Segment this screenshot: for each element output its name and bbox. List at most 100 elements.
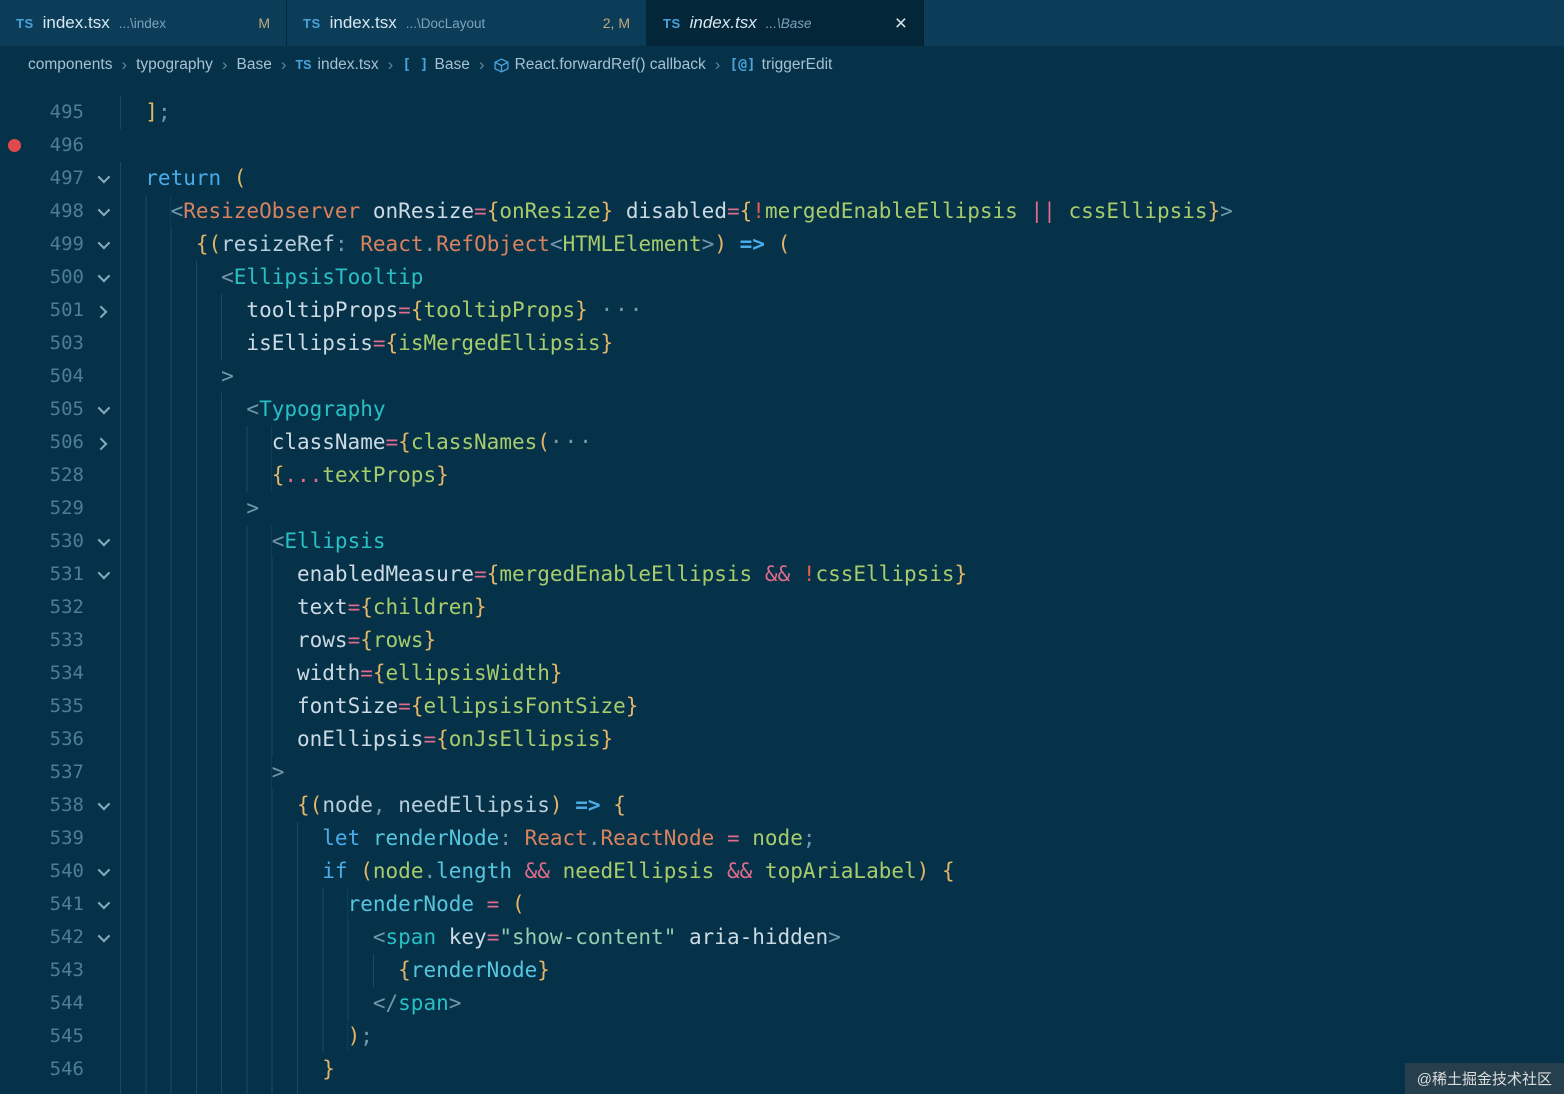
code-text[interactable]: {(node, needEllipsis) => { [120, 789, 626, 822]
code-text[interactable]: fontSize={ellipsisFontSize} [120, 690, 638, 723]
code-line[interactable]: 528 {...textProps} [0, 459, 1564, 492]
code-line[interactable]: 538 {(node, needEllipsis) => { [0, 789, 1564, 822]
code-line[interactable]: 542 <span key="show-content" aria-hidden> [0, 921, 1564, 954]
fold-chevron-icon[interactable] [84, 896, 120, 910]
code-text[interactable]: ); [120, 1020, 373, 1053]
code-line[interactable]: 501 tooltipProps={tooltipProps} ··· [0, 294, 1564, 327]
fold-chevron-icon[interactable] [84, 305, 120, 319]
code-text[interactable]: > [120, 492, 259, 525]
tab-index-tsx-base-active[interactable]: TS index.tsx ...\Base × [647, 0, 924, 46]
breakpoint-slot[interactable] [0, 624, 28, 657]
tab-index-tsx-doclayout[interactable]: TS index.tsx ...\DocLayout 2, M [287, 0, 647, 46]
code-text[interactable]: if (node.length && needEllipsis && topAr… [120, 855, 955, 888]
gutter[interactable]: 535 [0, 690, 120, 723]
gutter[interactable]: 540 [0, 855, 120, 888]
breakpoint-slot[interactable] [0, 1020, 28, 1053]
breakpoint-slot[interactable] [0, 690, 28, 723]
code-text[interactable]: <span key="show-content" aria-hidden> [120, 921, 841, 954]
line-number[interactable]: 534 [28, 657, 84, 690]
line-number[interactable]: 535 [28, 690, 84, 723]
code-line[interactable]: 539 let renderNode: React.ReactNode = nod… [0, 822, 1564, 855]
line-number[interactable]: 542 [28, 921, 84, 954]
breakpoint-slot[interactable] [0, 756, 28, 789]
code-line[interactable]: 497 return ( [0, 162, 1564, 195]
line-number[interactable]: 500 [28, 261, 84, 294]
code-line[interactable]: 530 <Ellipsis [0, 525, 1564, 558]
breakpoint-slot[interactable] [0, 657, 28, 690]
gutter[interactable]: 504 [0, 360, 120, 393]
fold-chevron-icon[interactable] [84, 566, 120, 580]
breakpoint-slot[interactable] [0, 888, 28, 921]
gutter[interactable]: 499 [0, 228, 120, 261]
gutter[interactable]: 496 [0, 129, 120, 162]
gutter[interactable]: 533 [0, 624, 120, 657]
line-number[interactable]: 506 [28, 426, 84, 459]
breadcrumb-item-typography[interactable]: typography [136, 56, 213, 74]
code-line[interactable]: 499 {(resizeRef: React.RefObject<HTMLElem… [0, 228, 1564, 261]
breakpoint-slot[interactable] [0, 525, 28, 558]
fold-chevron-icon[interactable] [84, 929, 120, 943]
code-text[interactable]: {...textProps} [120, 459, 449, 492]
line-number[interactable]: 528 [28, 459, 84, 492]
line-number[interactable]: 498 [28, 195, 84, 228]
code-text[interactable]: ]; [120, 96, 171, 129]
line-number[interactable]: 538 [28, 789, 84, 822]
code-text[interactable]: rows={rows} [120, 624, 436, 657]
code-line[interactable]: 531 enabledMeasure={mergedEnableEllipsis … [0, 558, 1564, 591]
code-text[interactable]: enabledMeasure={mergedEnableEllipsis && … [120, 558, 967, 591]
line-number[interactable]: 536 [28, 723, 84, 756]
fold-chevron-icon[interactable] [84, 170, 120, 184]
breakpoint-slot[interactable] [0, 96, 28, 129]
code-text[interactable]: {(resizeRef: React.RefObject<HTMLElement… [120, 228, 790, 261]
code-text[interactable]: </span> [120, 987, 461, 1020]
code-line[interactable]: 541 renderNode = ( [0, 888, 1564, 921]
fold-chevron-icon[interactable] [84, 533, 120, 547]
breakpoint-slot[interactable] [0, 723, 28, 756]
code-text[interactable]: tooltipProps={tooltipProps} ··· [120, 294, 644, 327]
breadcrumb-item-base-symbol[interactable]: [ ] Base [402, 56, 470, 74]
code-text[interactable]: <Ellipsis [120, 525, 386, 558]
code-text[interactable]: <Typography [120, 393, 386, 426]
breakpoint-slot[interactable] [0, 261, 28, 294]
breakpoint-slot[interactable] [0, 954, 28, 987]
gutter[interactable]: 545 [0, 1020, 120, 1053]
code-line[interactable]: 545); [0, 1020, 1564, 1053]
line-number[interactable]: 504 [28, 360, 84, 393]
fold-chevron-icon[interactable] [84, 203, 120, 217]
gutter[interactable]: 497 [0, 162, 120, 195]
code-line[interactable]: 495]; [0, 96, 1564, 129]
line-number[interactable]: 505 [28, 393, 84, 426]
line-number[interactable]: 497 [28, 162, 84, 195]
line-number[interactable]: 529 [28, 492, 84, 525]
code-text[interactable]: return ( [120, 162, 246, 195]
breakpoint-dot[interactable] [0, 129, 28, 162]
breakpoint-slot[interactable] [0, 591, 28, 624]
code-text[interactable]: className={classNames(··· [120, 426, 594, 459]
line-number[interactable]: 530 [28, 525, 84, 558]
line-number[interactable]: 501 [28, 294, 84, 327]
gutter[interactable]: 503 [0, 327, 120, 360]
line-number[interactable]: 543 [28, 954, 84, 987]
gutter[interactable]: 536 [0, 723, 120, 756]
code-text[interactable]: > [120, 360, 234, 393]
code-text[interactable]: text={children} [120, 591, 487, 624]
fold-chevron-icon[interactable] [84, 269, 120, 283]
gutter[interactable]: 506 [0, 426, 120, 459]
code-text[interactable]: > [120, 756, 284, 789]
code-line[interactable]: 544 </span> [0, 987, 1564, 1020]
code-line[interactable]: 546} [0, 1053, 1564, 1086]
code-line[interactable]: 504 > [0, 360, 1564, 393]
breadcrumb-item-base-folder[interactable]: Base [237, 56, 272, 74]
close-tab-icon[interactable]: × [895, 13, 907, 34]
breadcrumb-item-index-tsx[interactable]: TS index.tsx [296, 56, 379, 74]
gutter[interactable]: 538 [0, 789, 120, 822]
gutter[interactable]: 543 [0, 954, 120, 987]
breakpoint-slot[interactable] [0, 360, 28, 393]
breakpoint-slot[interactable] [0, 1053, 28, 1086]
code-text[interactable]: {renderNode} [120, 954, 550, 987]
code-line[interactable]: 503 isEllipsis={isMergedEllipsis} [0, 327, 1564, 360]
code-text[interactable]: width={ellipsisWidth} [120, 657, 563, 690]
line-number[interactable]: 532 [28, 591, 84, 624]
gutter[interactable]: 537 [0, 756, 120, 789]
gutter[interactable]: 534 [0, 657, 120, 690]
